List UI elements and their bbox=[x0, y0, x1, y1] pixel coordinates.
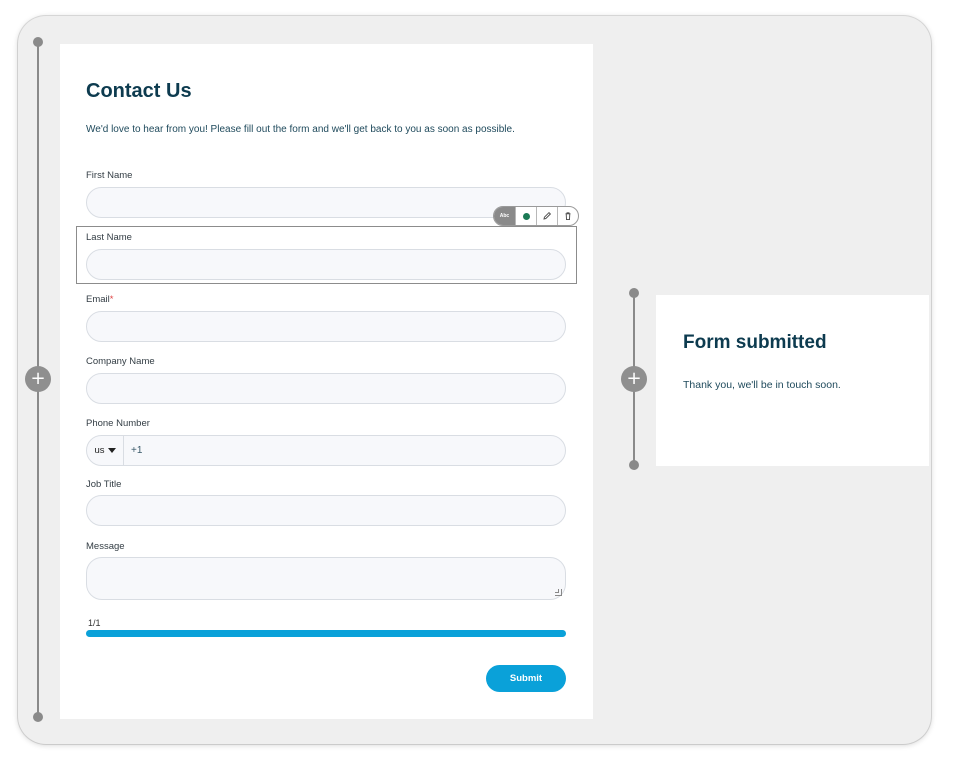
add-step-right-button[interactable]: + bbox=[621, 366, 647, 392]
status-dot-icon[interactable] bbox=[515, 207, 536, 225]
left-connector-bottom-node[interactable] bbox=[33, 712, 43, 722]
resize-handle-icon[interactable] bbox=[555, 589, 562, 596]
trash-icon[interactable] bbox=[557, 207, 578, 225]
last-name-input[interactable] bbox=[86, 249, 566, 280]
progress-label: 1/1 bbox=[88, 618, 101, 628]
first-name-label: First Name bbox=[86, 170, 133, 181]
form-title: Contact Us bbox=[86, 80, 192, 102]
country-select[interactable]: us bbox=[87, 436, 124, 465]
chevron-down-icon bbox=[107, 448, 116, 453]
form-submitted-card: Form submitted Thank you, we'll be in to… bbox=[656, 295, 929, 466]
last-name-label: Last Name bbox=[86, 232, 132, 243]
country-code: us bbox=[94, 445, 105, 456]
phone-prefix: +1 bbox=[131, 445, 143, 456]
submit-button[interactable]: Submit bbox=[486, 665, 566, 692]
contact-form-card: Contact Us We'd love to hear from you! P… bbox=[60, 44, 593, 719]
phone-input[interactable]: us +1 bbox=[86, 435, 566, 466]
form-subtitle: We'd love to hear from you! Please fill … bbox=[86, 124, 515, 135]
success-title: Form submitted bbox=[683, 332, 827, 353]
progress-fill bbox=[86, 630, 566, 637]
job-title-input[interactable] bbox=[86, 495, 566, 526]
text-style-icon[interactable]: Abc bbox=[494, 207, 515, 225]
add-step-left-button[interactable]: + bbox=[25, 366, 51, 392]
company-label: Company Name bbox=[86, 356, 155, 367]
email-input[interactable] bbox=[86, 311, 566, 342]
left-connector-top-node[interactable] bbox=[33, 37, 43, 47]
right-connector-bottom-node[interactable] bbox=[629, 460, 639, 470]
company-input[interactable] bbox=[86, 373, 566, 404]
field-toolbar: Abc bbox=[493, 206, 579, 226]
email-label-text: Email bbox=[86, 294, 110, 305]
progress-bar bbox=[86, 630, 566, 637]
pencil-icon[interactable] bbox=[536, 207, 557, 225]
success-message: Thank you, we'll be in touch soon. bbox=[683, 379, 841, 391]
email-label: Email* bbox=[86, 294, 113, 305]
required-mark: * bbox=[109, 294, 114, 305]
message-textarea[interactable] bbox=[86, 557, 566, 600]
phone-label: Phone Number bbox=[86, 418, 150, 429]
message-label: Message bbox=[86, 541, 125, 552]
right-connector-top-node[interactable] bbox=[629, 288, 639, 298]
job-title-label: Job Title bbox=[86, 479, 122, 490]
